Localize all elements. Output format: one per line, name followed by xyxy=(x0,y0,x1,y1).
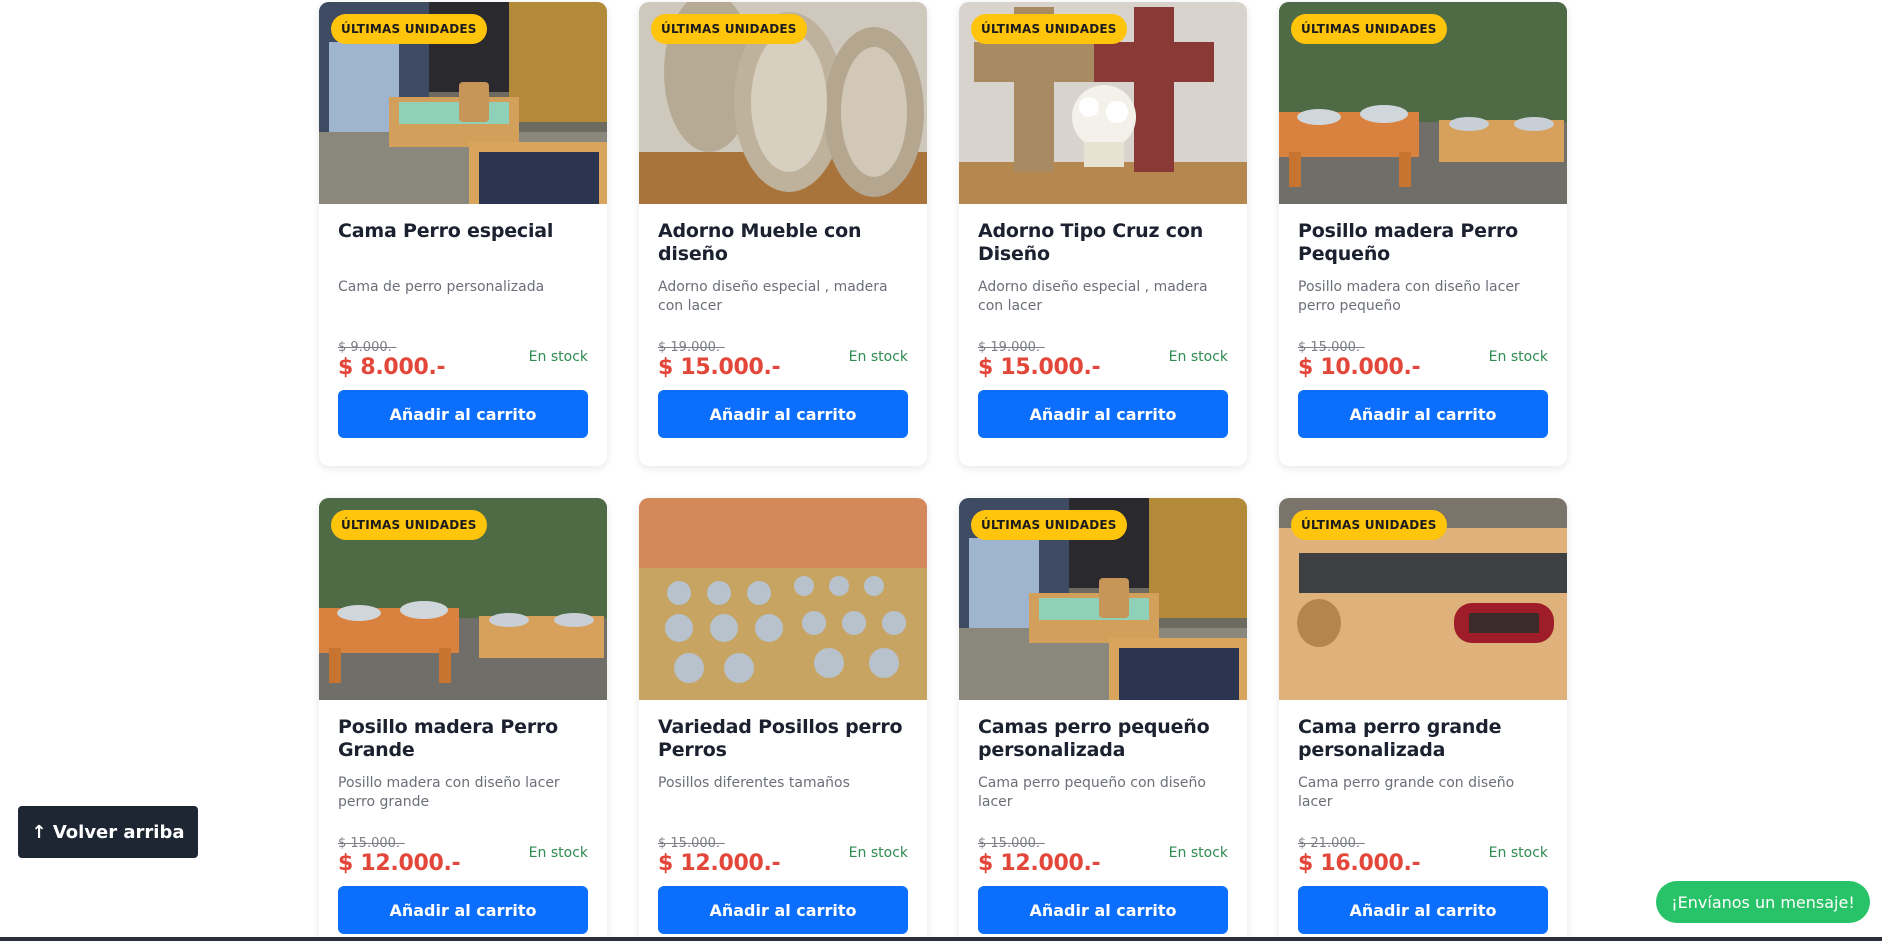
product-grid: ÚLTIMAS UNIDADES Cama Perro especial Cam… xyxy=(319,2,1567,941)
stock-status: En stock xyxy=(1488,349,1548,365)
product-card: ÚLTIMAS UNIDADES Cama Perro especial Cam… xyxy=(319,2,607,466)
price-row: $ 15.000.- $ 12.000.- En stock xyxy=(658,832,908,876)
add-to-cart-button[interactable]: Añadir al carrito xyxy=(1298,886,1548,934)
product-image[interactable]: ÚLTIMAS UNIDADES xyxy=(639,2,927,204)
product-description: Posillos diferentes tamaños xyxy=(658,775,850,791)
product-card: ÚLTIMAS UNIDADES Adorno Mueble con diseñ… xyxy=(639,2,927,466)
stock-status: En stock xyxy=(1168,349,1228,365)
send-message-button[interactable]: ¡Envíanos un mensaje! xyxy=(1656,881,1870,923)
back-to-top-button[interactable]: ↑ Volver arriba xyxy=(18,806,198,858)
product-title[interactable]: Adorno Tipo Cruz con Diseño xyxy=(978,220,1228,266)
product-title[interactable]: Camas perro pequeño personalizada xyxy=(978,716,1228,762)
product-image[interactable]: ÚLTIMAS UNIDADES xyxy=(319,498,607,700)
stock-status: En stock xyxy=(528,845,588,861)
product-image[interactable]: ÚLTIMAS UNIDADES xyxy=(959,498,1247,700)
sale-price: $ 16.000.- xyxy=(1298,851,1421,876)
last-units-badge: ÚLTIMAS UNIDADES xyxy=(971,510,1127,540)
product-image[interactable]: ÚLTIMAS UNIDADES xyxy=(1279,498,1567,700)
product-card: ÚLTIMAS UNIDADES Cama perro grande perso… xyxy=(1279,498,1567,941)
stock-status: En stock xyxy=(528,349,588,365)
stock-status: En stock xyxy=(1488,845,1548,861)
add-to-cart-button[interactable]: Añadir al carrito xyxy=(338,390,588,438)
product-title[interactable]: Variedad Posillos perro Perros xyxy=(658,716,908,762)
stock-status: En stock xyxy=(848,349,908,365)
old-price: $ 9.000.- xyxy=(338,340,397,355)
product-description: Adorno diseño especial , madera con lace… xyxy=(978,279,1208,314)
product-card: ÚLTIMAS UNIDADES Adorno Tipo Cruz con Di… xyxy=(959,2,1247,466)
product-card: ÚLTIMAS UNIDADES Camas perro pequeño per… xyxy=(959,498,1247,941)
product-description: Posillo madera con diseño lacer perro pe… xyxy=(1298,279,1520,314)
sale-price: $ 15.000.- xyxy=(978,355,1101,380)
product-image[interactable]: ÚLTIMAS UNIDADES xyxy=(959,2,1247,204)
price-row: $ 19.000.- $ 15.000.- En stock xyxy=(978,336,1228,380)
last-units-badge: ÚLTIMAS UNIDADES xyxy=(971,14,1127,44)
last-units-badge: ÚLTIMAS UNIDADES xyxy=(331,14,487,44)
product-card: ÚLTIMAS UNIDADES Posillo madera Perro Gr… xyxy=(319,498,607,941)
old-price: $ 21.000.- xyxy=(1298,836,1365,851)
product-photo xyxy=(639,498,927,700)
price-row: $ 19.000.- $ 15.000.- En stock xyxy=(658,336,908,380)
product-description: Cama perro grande con diseño lacer xyxy=(1298,775,1515,810)
price-row: $ 9.000.- $ 8.000.- En stock xyxy=(338,336,588,380)
price-row: $ 15.000.- $ 12.000.- En stock xyxy=(338,832,588,876)
stock-status: En stock xyxy=(1168,845,1228,861)
add-to-cart-button[interactable]: Añadir al carrito xyxy=(658,390,908,438)
old-price: $ 19.000.- xyxy=(978,340,1045,355)
stock-status: En stock xyxy=(848,845,908,861)
product-description: Cama perro pequeño con diseño lacer xyxy=(978,775,1206,810)
sale-price: $ 10.000.- xyxy=(1298,355,1421,380)
old-price: $ 15.000.- xyxy=(978,836,1045,851)
add-to-cart-button[interactable]: Añadir al carrito xyxy=(338,886,588,934)
product-card: Variedad Posillos perro Perros Posillos … xyxy=(639,498,927,941)
sale-price: $ 8.000.- xyxy=(338,355,446,380)
last-units-badge: ÚLTIMAS UNIDADES xyxy=(1291,14,1447,44)
product-title[interactable]: Posillo madera Perro Pequeño xyxy=(1298,220,1548,266)
product-description: Posillo madera con diseño lacer perro gr… xyxy=(338,775,560,810)
add-to-cart-button[interactable]: Añadir al carrito xyxy=(978,886,1228,934)
add-to-cart-button[interactable]: Añadir al carrito xyxy=(978,390,1228,438)
old-price: $ 15.000.- xyxy=(658,836,725,851)
old-price: $ 15.000.- xyxy=(1298,340,1365,355)
last-units-badge: ÚLTIMAS UNIDADES xyxy=(1291,510,1447,540)
add-to-cart-button[interactable]: Añadir al carrito xyxy=(658,886,908,934)
bottom-bar xyxy=(0,937,1882,941)
last-units-badge: ÚLTIMAS UNIDADES xyxy=(331,510,487,540)
price-row: $ 15.000.- $ 10.000.- En stock xyxy=(1298,336,1548,380)
price-row: $ 21.000.- $ 16.000.- En stock xyxy=(1298,832,1548,876)
product-card: ÚLTIMAS UNIDADES Posillo madera Perro Pe… xyxy=(1279,2,1567,466)
sale-price: $ 12.000.- xyxy=(338,851,461,876)
product-image[interactable]: ÚLTIMAS UNIDADES xyxy=(319,2,607,204)
product-description: Adorno diseño especial , madera con lace… xyxy=(658,279,888,314)
price-row: $ 15.000.- $ 12.000.- En stock xyxy=(978,832,1228,876)
add-to-cart-button[interactable]: Añadir al carrito xyxy=(1298,390,1548,438)
last-units-badge: ÚLTIMAS UNIDADES xyxy=(651,14,807,44)
sale-price: $ 12.000.- xyxy=(978,851,1101,876)
product-title[interactable]: Cama Perro especial xyxy=(338,220,588,266)
product-title[interactable]: Adorno Mueble con diseño xyxy=(658,220,908,266)
product-image[interactable]: ÚLTIMAS UNIDADES xyxy=(1279,2,1567,204)
sale-price: $ 12.000.- xyxy=(658,851,781,876)
product-title[interactable]: Posillo madera Perro Grande xyxy=(338,716,588,762)
product-description: Cama de perro personalizada xyxy=(338,279,545,295)
product-title[interactable]: Cama perro grande personalizada xyxy=(1298,716,1548,762)
old-price: $ 15.000.- xyxy=(338,836,405,851)
old-price: $ 19.000.- xyxy=(658,340,725,355)
sale-price: $ 15.000.- xyxy=(658,355,781,380)
product-image[interactable] xyxy=(639,498,927,700)
